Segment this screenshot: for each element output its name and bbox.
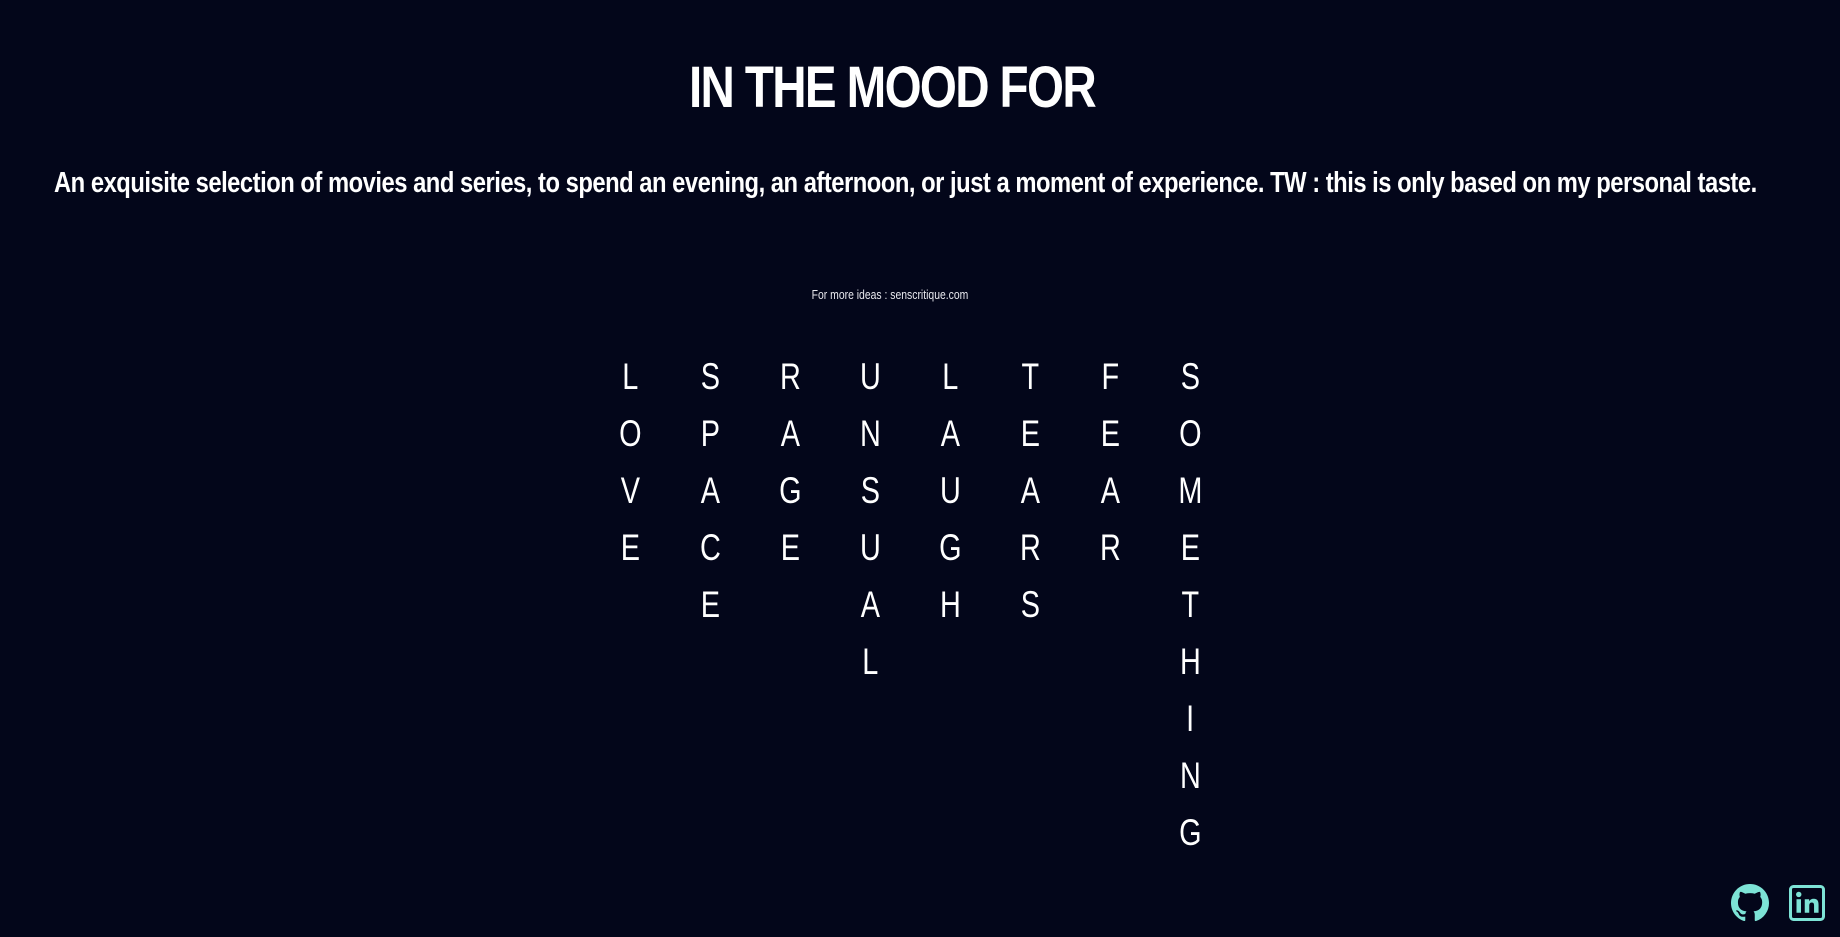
mood-letter: E [780, 527, 800, 568]
mood-letter: L [621, 356, 639, 397]
mood-letter: H [939, 584, 961, 625]
mood-letter: G [938, 527, 962, 568]
linkedin-link[interactable] [1788, 884, 1826, 922]
mood-something-link[interactable]: SOMETHING [1150, 357, 1230, 870]
mood-letter: O [618, 413, 642, 454]
mood-love-link[interactable]: LOVE [590, 357, 670, 870]
mood-unusual-link[interactable]: UNSUAL [830, 357, 910, 870]
page-title: IN THE MOOD FOR [688, 55, 1097, 120]
mood-letter: S [1180, 356, 1200, 397]
page-description: An exquisite selection of movies and ser… [54, 167, 1757, 199]
mood-letter: U [859, 527, 881, 568]
mood-letter: R [1099, 527, 1121, 568]
mood-letter: S [700, 356, 720, 397]
mood-letter: T [1181, 584, 1199, 625]
github-link[interactable] [1731, 884, 1769, 922]
mood-letter: G [778, 470, 802, 511]
mood-letter: R [1019, 527, 1041, 568]
mood-letter: A [860, 584, 880, 625]
mood-letter: U [939, 470, 961, 511]
mood-letter: H [1179, 641, 1201, 682]
mood-laughs-link[interactable]: LAUGH [910, 357, 990, 870]
mood-letter: F [1101, 356, 1119, 397]
senscritique-link[interactable]: senscritique.com [890, 287, 968, 302]
mood-space-link[interactable]: SPACE [670, 357, 750, 870]
mood-letter: A [1100, 470, 1120, 511]
mood-letter: L [941, 356, 959, 397]
mood-letter: N [1179, 755, 1201, 796]
mood-letter: T [1021, 356, 1039, 397]
mood-letter: I [1185, 698, 1195, 739]
mood-letter: A [780, 413, 800, 454]
mood-letter: G [1178, 812, 1202, 853]
mood-letter: L [861, 641, 879, 682]
mood-letter: A [700, 470, 720, 511]
mood-letter: A [1020, 470, 1040, 511]
mood-letter: O [1178, 413, 1202, 454]
mood-letter: C [699, 527, 721, 568]
mood-fear-link[interactable]: FEAR [1070, 357, 1150, 870]
mood-letter: E [700, 584, 720, 625]
mood-letter: E [1100, 413, 1120, 454]
mood-letter: M [1177, 470, 1203, 511]
mood-letter: S [1020, 584, 1040, 625]
github-icon [1731, 884, 1769, 922]
mood-letter: E [1020, 413, 1040, 454]
mood-letter: V [620, 470, 640, 511]
mood-letter: N [859, 413, 881, 454]
linkedin-icon [1789, 885, 1825, 921]
mood-letter: S [860, 470, 880, 511]
mood-letter: P [700, 413, 720, 454]
page: IN THE MOOD FOR An exquisite selection o… [0, 0, 1840, 937]
mood-letter: U [859, 356, 881, 397]
mood-letter: E [620, 527, 640, 568]
mood-rage-link[interactable]: RAGE [750, 357, 830, 870]
mood-tears-link[interactable]: TEARS [990, 357, 1070, 870]
more-ideas: For more ideas : senscritique.com [178, 287, 1602, 303]
mood-letter: R [779, 356, 801, 397]
mood-list: LOVESPACERAGEUNSUALLAUGHTEARSFEARSOMETHI… [590, 357, 1230, 870]
mood-letter: A [940, 413, 960, 454]
mood-letter: E [1180, 527, 1200, 568]
more-ideas-label: For more ideas : [811, 287, 891, 302]
